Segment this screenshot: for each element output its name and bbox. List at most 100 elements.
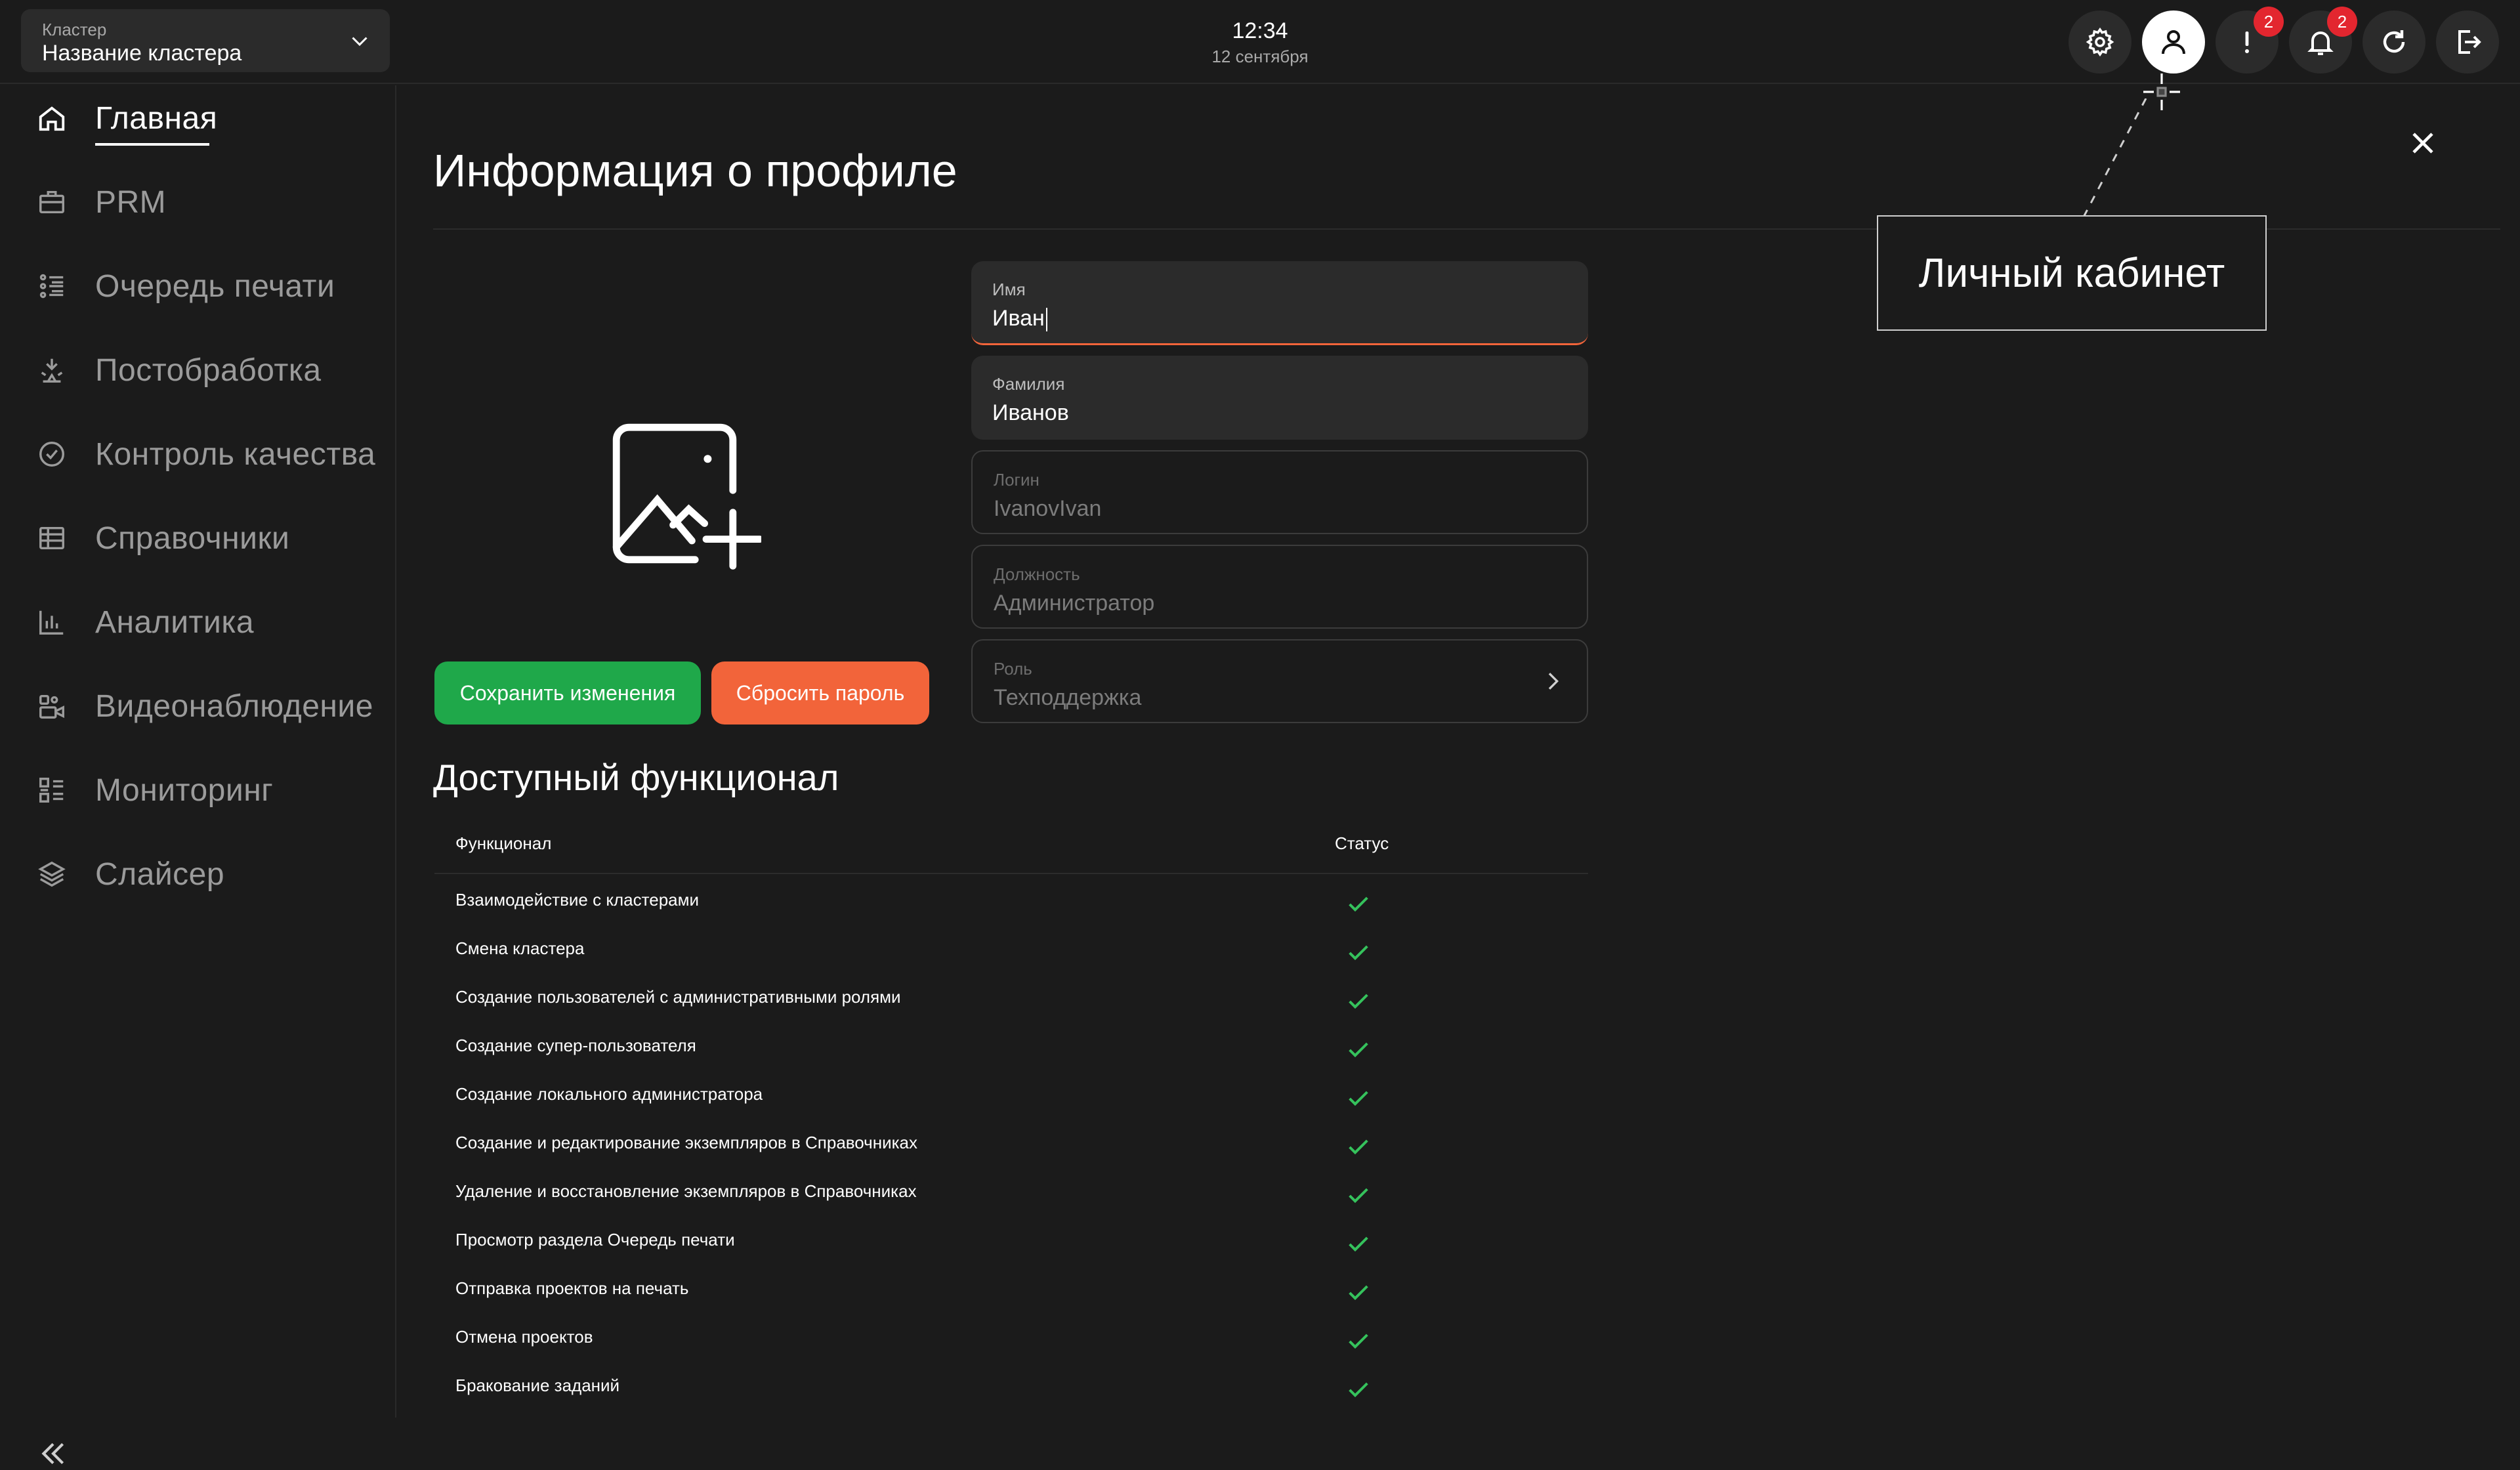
save-changes-button[interactable]: Сохранить изменения [434, 662, 701, 724]
sidebar-item-label: Аналитика [95, 604, 255, 640]
role-label: Роль [994, 659, 1032, 679]
table-header: Функционал Статус [434, 814, 1588, 874]
settings-button[interactable] [2068, 10, 2132, 74]
notifications-button[interactable]: 2 [2289, 7, 2357, 74]
status-check-icon [1349, 1091, 1368, 1106]
first-name-label: Имя [992, 280, 1026, 299]
feature-name: Отправка проектов на печать [455, 1278, 689, 1298]
alerts-button[interactable]: 2 [2216, 7, 2284, 74]
refresh-button[interactable] [2362, 10, 2426, 74]
sidebar-item-postprocessing[interactable]: Постобработка [0, 337, 394, 403]
first-name-field[interactable]: Имя Иван [971, 261, 1588, 345]
table-row: Удаление и восстановление экземпляров в … [434, 1166, 1588, 1214]
sidebar-item-slicer[interactable]: Слайсер [0, 841, 394, 907]
feature-name: Удаление и восстановление экземпляров в … [455, 1181, 917, 1201]
queue-icon [39, 274, 64, 299]
gear-icon [2086, 27, 2114, 57]
sidebar-item-print-queue[interactable]: Очередь печати [0, 253, 394, 319]
logout-button[interactable] [2436, 10, 2499, 74]
last-name-value: Иванов [992, 400, 1069, 425]
callout-line [2079, 98, 2147, 223]
refresh-icon [2383, 30, 2405, 53]
sidebar-item-label: Очередь печати [95, 268, 335, 304]
add-photo-icon[interactable] [604, 415, 761, 572]
text-caret [1045, 308, 1047, 332]
status-check-icon [1349, 1382, 1368, 1398]
sidebar-item-prm[interactable]: PRM [0, 169, 394, 235]
status-check-icon [1349, 994, 1368, 1009]
collapse-sidebar-icon[interactable] [37, 1437, 70, 1470]
feature-name: Создание пользователей с административны… [455, 987, 901, 1007]
position-value: Администратор [994, 591, 1155, 616]
profile-button[interactable] [2142, 10, 2205, 74]
layers-icon [38, 861, 66, 887]
position-label: Должность [994, 564, 1080, 584]
sidebar-item-label: Главная [95, 100, 218, 136]
sidebar-item-home[interactable]: Главная [0, 85, 394, 151]
sidebar-item-analytics[interactable]: Аналитика [0, 589, 394, 655]
last-name-field[interactable]: Фамилия Иванов [971, 356, 1588, 440]
feature-name: Просмотр раздела Очередь печати [455, 1230, 735, 1250]
table-row: Создание пользователей с административны… [434, 971, 1588, 1020]
chevron-right-icon [1548, 673, 1559, 690]
monitoring-icon [39, 778, 64, 803]
first-name-value: Иван [992, 306, 1045, 331]
first-name-value-wrap: Иван [992, 306, 1047, 332]
reset-password-button[interactable]: Сбросить пароль [711, 662, 929, 724]
briefcase-icon [39, 190, 64, 214]
sidebar-item-label: Мониторинг [95, 772, 274, 808]
sidebar: Главная PRM Очередь печати Постобработка… [0, 85, 396, 1465]
sidebar-item-label: Постобработка [95, 352, 322, 388]
postprocess-icon [41, 358, 63, 383]
table-row: Создание локального администратора [434, 1068, 1588, 1117]
table-row: Отправка проектов на печать [434, 1263, 1588, 1311]
table-row: Создание супер-пользователя [434, 1020, 1588, 1068]
login-label: Логин [994, 470, 1040, 490]
bar-chart-icon [39, 610, 64, 635]
role-field[interactable]: Роль Техподдержка [971, 639, 1588, 723]
table-row: Создание и редактирование экземпляров в … [434, 1117, 1588, 1166]
status-check-icon [1349, 896, 1368, 912]
sidebar-item-video[interactable]: Видеонаблюдение [0, 673, 394, 739]
status-check-icon [1349, 1236, 1368, 1252]
user-icon [2162, 30, 2185, 54]
check-circle-icon [39, 442, 64, 467]
status-check-icon [1349, 1285, 1368, 1301]
column-header-status: Статус [1335, 833, 1389, 853]
feature-name: Создание локального администратора [455, 1084, 763, 1104]
home-icon [39, 106, 65, 131]
table-row: Взаимодействие с кластерами [434, 874, 1588, 923]
login-field: Логин IvanovIvan [971, 450, 1588, 534]
sidebar-item-label: Контроль качества [95, 436, 376, 472]
last-name-label: Фамилия [992, 374, 1065, 394]
status-check-icon [1349, 1139, 1368, 1155]
tooltip-personal-account: Личный кабинет [1877, 215, 2267, 331]
sidebar-item-monitoring[interactable]: Мониторинг [0, 757, 394, 823]
features-table: Функционал Статус Взаимодействие с класт… [434, 814, 1588, 1408]
position-field: Должность Администратор [971, 545, 1588, 629]
column-header-feature: Функционал [455, 833, 552, 853]
section-title: Доступный функционал [433, 757, 839, 798]
status-check-icon [1349, 1188, 1368, 1204]
status-check-icon [1349, 1042, 1368, 1058]
table-body: Взаимодействие с кластерами Смена кластер… [434, 874, 1588, 1408]
table-icon [39, 526, 64, 550]
table-row: Отмена проектов [434, 1311, 1588, 1360]
login-value: IvanovIvan [994, 496, 1102, 521]
clock-date: 12 сентября [1211, 47, 1309, 66]
sidebar-item-label: Справочники [95, 520, 290, 556]
sidebar-item-label: Слайсер [95, 856, 225, 892]
table-row: Просмотр раздела Очередь печати [434, 1214, 1588, 1263]
feature-name: Создание супер-пользователя [455, 1036, 696, 1055]
camera-icon [39, 694, 64, 719]
table-row: Бракование заданий [434, 1360, 1588, 1408]
feature-name: Бракование заданий [455, 1376, 620, 1395]
alerts-badge: 2 [2254, 7, 2284, 37]
sidebar-item-references[interactable]: Справочники [0, 505, 394, 571]
status-check-icon [1349, 945, 1368, 961]
feature-name: Создание и редактирование экземпляров в … [455, 1133, 918, 1152]
sidebar-item-quality-control[interactable]: Контроль качества [0, 421, 394, 487]
logout-icon [2458, 30, 2481, 54]
sidebar-item-label: PRM [95, 184, 167, 220]
close-icon[interactable] [2404, 125, 2441, 161]
